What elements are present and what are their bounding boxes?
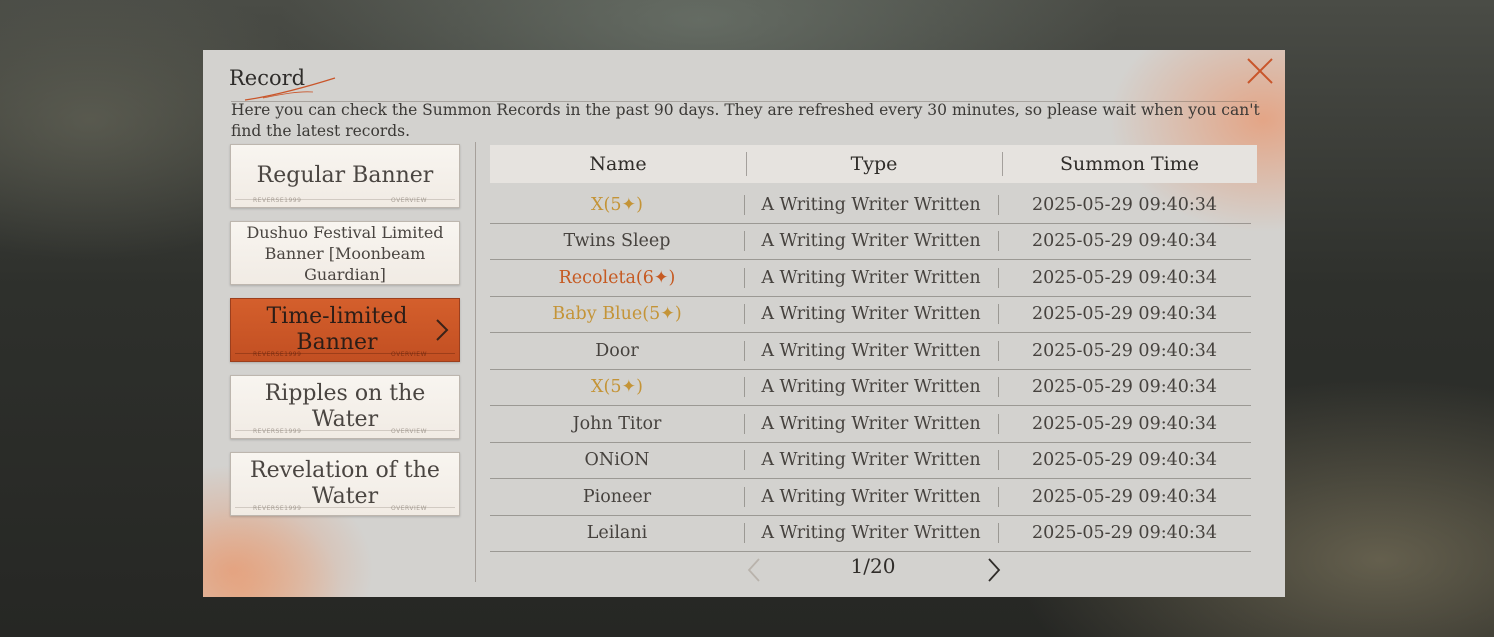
table-row: Recoleta(6✦) A Writing Writer Written 20…	[490, 260, 1251, 297]
row-name: X(5✦)	[591, 194, 643, 215]
banner-deco-left: REVERSE1999	[253, 505, 302, 512]
table-row: John Titor A Writing Writer Written 2025…	[490, 406, 1251, 443]
summon-record-table: Name Type Summon Time X(5✦) A Writing Wr…	[490, 145, 1257, 552]
row-time: 2025-05-29 09:40:34	[998, 341, 1251, 361]
header-summon-time: Summon Time	[1002, 153, 1257, 175]
banner-tab-label: Time-limited Banner	[266, 303, 408, 355]
table-header: Name Type Summon Time	[490, 145, 1257, 183]
row-name: X(5✦)	[591, 377, 643, 398]
row-type: A Writing Writer Written	[744, 268, 998, 288]
row-type: A Writing Writer Written	[744, 377, 998, 397]
page-indicator: 1/20	[850, 554, 896, 578]
header-type: Type	[746, 153, 1002, 175]
row-time: 2025-05-29 09:40:34	[998, 195, 1251, 215]
banner-deco-right: OVERVIEW	[391, 505, 427, 512]
row-type: A Writing Writer Written	[744, 341, 998, 361]
row-type: A Writing Writer Written	[744, 523, 998, 543]
chevron-right-icon[interactable]	[983, 556, 1005, 584]
close-icon[interactable]	[1243, 54, 1277, 88]
table-row: Twins Sleep A Writing Writer Written 202…	[490, 224, 1251, 260]
row-time: 2025-05-29 09:40:34	[998, 377, 1251, 397]
row-time: 2025-05-29 09:40:34	[998, 268, 1251, 288]
row-time: 2025-05-29 09:40:34	[998, 414, 1251, 434]
row-name: Door	[595, 340, 639, 361]
panel-divider	[475, 142, 476, 582]
banner-deco-left: REVERSE1999	[253, 351, 302, 358]
row-name: Baby Blue(5✦)	[552, 304, 682, 325]
row-type: A Writing Writer Written	[744, 414, 998, 434]
chevron-left-icon[interactable]	[743, 556, 765, 584]
row-name: Leilani	[586, 523, 648, 544]
row-type: A Writing Writer Written	[744, 231, 998, 251]
table-row: Pioneer A Writing Writer Written 2025-05…	[490, 479, 1251, 516]
row-type: A Writing Writer Written	[744, 450, 998, 470]
table-row: X(5✦) A Writing Writer Written 2025-05-2…	[490, 370, 1251, 406]
banner-deco-right: OVERVIEW	[391, 351, 427, 358]
row-name: John Titor	[572, 413, 662, 434]
table-row: Door A Writing Writer Written 2025-05-29…	[490, 333, 1251, 370]
table-row: Baby Blue(5✦) A Writing Writer Written 2…	[490, 297, 1251, 333]
row-time: 2025-05-29 09:40:34	[998, 487, 1251, 507]
banner-deco-left: REVERSE1999	[253, 197, 302, 204]
row-name: Pioneer	[582, 486, 652, 507]
banner-tab-label: Ripples on the Water	[264, 380, 426, 432]
banner-tab-dushuo-festival[interactable]: Dushuo Festival Limited Banner [Moonbeam…	[230, 221, 460, 285]
row-type: A Writing Writer Written	[744, 195, 998, 215]
header-name: Name	[589, 153, 647, 175]
row-time: 2025-05-29 09:40:34	[998, 523, 1251, 543]
table-body: X(5✦) A Writing Writer Written 2025-05-2…	[490, 187, 1257, 552]
table-row: X(5✦) A Writing Writer Written 2025-05-2…	[490, 187, 1251, 224]
summon-record-dialog: Record Here you can check the Summon Rec…	[203, 50, 1285, 597]
table-row: Leilani A Writing Writer Written 2025-05…	[490, 516, 1251, 552]
row-name: Twins Sleep	[563, 231, 671, 252]
row-time: 2025-05-29 09:40:34	[998, 231, 1251, 251]
banner-tab-time-limited[interactable]: Time-limited Banner REVERSE1999 OVERVIEW	[230, 298, 460, 362]
banner-tab-label: Revelation of the Water	[250, 457, 440, 509]
pagination: 1/20	[733, 552, 1013, 582]
banner-tab-label: Dushuo Festival Limited Banner [Moonbeam…	[246, 222, 444, 284]
row-type: A Writing Writer Written	[744, 304, 998, 324]
banner-deco-right: OVERVIEW	[391, 197, 427, 204]
row-time: 2025-05-29 09:40:34	[998, 450, 1251, 470]
banner-deco-right: OVERVIEW	[391, 428, 427, 435]
row-type: A Writing Writer Written	[744, 487, 998, 507]
banner-tab-revelation-of-the-water[interactable]: Revelation of the Water REVERSE1999 OVER…	[230, 452, 460, 516]
record-description: Here you can check the Summon Records in…	[231, 101, 1260, 140]
banner-deco-left: REVERSE1999	[253, 428, 302, 435]
row-name: Recoleta(6✦)	[558, 267, 676, 288]
banner-tab-regular[interactable]: Regular Banner REVERSE1999 OVERVIEW	[230, 144, 460, 208]
row-time: 2025-05-29 09:40:34	[998, 304, 1251, 324]
banner-tab-label: Regular Banner	[256, 162, 434, 188]
chevron-right-icon	[436, 319, 449, 341]
banner-tab-ripples-on-the-water[interactable]: Ripples on the Water REVERSE1999 OVERVIE…	[230, 375, 460, 439]
banner-list: Regular Banner REVERSE1999 OVERVIEW Dush…	[230, 144, 462, 529]
table-row: ONiON A Writing Writer Written 2025-05-2…	[490, 443, 1251, 479]
row-name: ONiON	[584, 450, 650, 471]
